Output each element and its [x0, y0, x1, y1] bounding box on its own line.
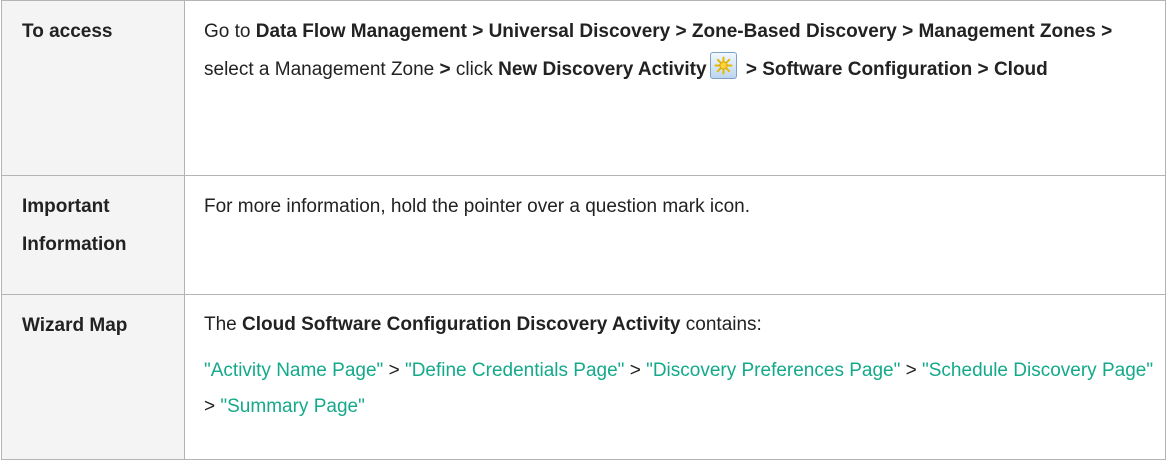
- link-schedule-discovery-page[interactable]: "Schedule Discovery Page": [922, 360, 1153, 381]
- wizard-activity-name: Cloud Software Configuration Discovery A…: [242, 314, 681, 335]
- wizard-links: "Activity Name Page" > "Define Credentia…: [204, 353, 1155, 425]
- wizard-map-label: Wizard Map: [1, 294, 185, 460]
- access-row: To access Go to Data Flow Management > U…: [1, 0, 1166, 176]
- wizard-separator: >: [204, 396, 216, 417]
- click-text: click: [450, 59, 499, 80]
- starburst-icon: [714, 56, 733, 75]
- select-zone-text: select a Management Zone: [204, 59, 440, 80]
- new-activity-icon: [709, 52, 737, 79]
- path-separator: >: [472, 21, 484, 42]
- wizard-intro-pre: The: [204, 314, 243, 335]
- path-separator: >: [977, 59, 989, 80]
- important-info-label: Important Information: [1, 175, 185, 295]
- wizard-intro-post: contains:: [680, 314, 762, 335]
- path-management-zones: Management Zones: [918, 21, 1096, 42]
- wizard-separator: >: [629, 360, 641, 381]
- path-separator: >: [902, 21, 914, 42]
- wizard-map-content: The Cloud Software Configuration Discove…: [184, 294, 1166, 460]
- important-info-row: Important Information For more informati…: [1, 175, 1166, 295]
- path-separator: >: [1101, 21, 1113, 42]
- access-content: Go to Data Flow Management > Universal D…: [184, 0, 1166, 176]
- path-new-discovery-activity: New Discovery Activity: [498, 59, 707, 80]
- path-data-flow-management: Data Flow Management: [255, 21, 467, 42]
- path-separator: >: [675, 21, 687, 42]
- access-label: To access: [1, 0, 185, 176]
- go-to-text: Go to: [204, 21, 256, 42]
- path-software-configuration: Software Configuration: [762, 59, 973, 80]
- link-discovery-preferences-page[interactable]: "Discovery Preferences Page": [646, 360, 900, 381]
- link-summary-page[interactable]: "Summary Page": [220, 396, 364, 417]
- wizard-intro: The Cloud Software Configuration Discove…: [204, 307, 1155, 343]
- important-info-text: For more information, hold the pointer o…: [184, 175, 1166, 295]
- path-separator: >: [439, 59, 451, 80]
- wizard-map-row: Wizard Map The Cloud Software Configurat…: [1, 294, 1166, 460]
- path-universal-discovery: Universal Discovery: [488, 21, 671, 42]
- link-define-credentials-page[interactable]: "Define Credentials Page": [405, 360, 624, 381]
- info-table: To access Go to Data Flow Management > U…: [1, 0, 1166, 460]
- wizard-separator: >: [388, 360, 400, 381]
- path-zone-based-discovery: Zone-Based Discovery: [691, 21, 897, 42]
- path-separator: >: [745, 59, 757, 80]
- wizard-separator: >: [905, 360, 917, 381]
- path-cloud: Cloud: [993, 59, 1048, 80]
- link-activity-name-page[interactable]: "Activity Name Page": [204, 360, 383, 381]
